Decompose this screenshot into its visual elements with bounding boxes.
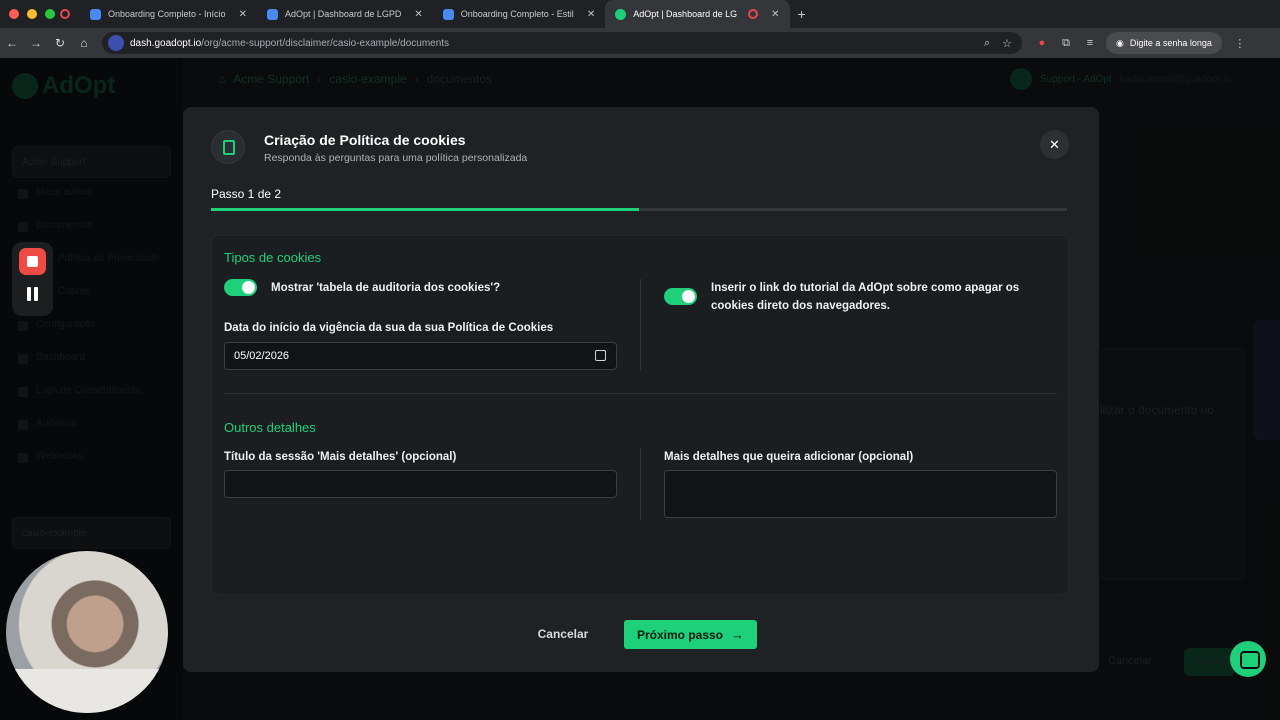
home-icon[interactable]: ⌂ — [72, 36, 96, 50]
reading-list-icon[interactable]: ≡ — [1078, 37, 1102, 49]
maximize-window-button[interactable] — [45, 9, 55, 19]
new-tab-icon[interactable]: + — [790, 6, 814, 22]
browser-toolbar: ← → ↻ ⌂ dash.goadopt.io/org/acme-support… — [0, 28, 1280, 58]
arrow-right-icon: → — [731, 627, 745, 642]
url-path: /org/acme-support/disclaimer/casio-examp… — [201, 37, 450, 49]
document-icon — [211, 130, 245, 164]
modal-subtitle: Responda às perguntas para uma política … — [264, 152, 528, 164]
section-title-cookie-types: Tipos de cookies — [224, 250, 322, 265]
minimize-window-button[interactable] — [27, 9, 37, 19]
tab-favicon-icon — [90, 8, 101, 20]
date-field-label: Data do início da vigência da sua da sua… — [224, 322, 554, 334]
start-date-input[interactable]: 05/02/2026 — [224, 342, 617, 370]
close-tab-icon[interactable]: ✕ — [771, 9, 779, 20]
calendar-icon[interactable] — [595, 350, 606, 361]
start-date-value: 05/02/2026 — [234, 350, 290, 362]
tab-title: Onboarding Completo - Início — [108, 9, 226, 19]
audit-table-toggle-label: Mostrar 'tabela de auditoria dos cookies… — [271, 282, 501, 294]
forward-icon[interactable]: → — [24, 36, 48, 50]
section-title-other-details: Outros detalhes — [224, 420, 316, 435]
close-tab-icon[interactable]: ✕ — [239, 9, 247, 20]
back-icon[interactable]: ← — [0, 36, 24, 50]
form-panel: Tipos de cookies Mostrar 'tabela de audi… — [211, 235, 1069, 595]
more-details-textarea[interactable] — [664, 470, 1057, 518]
cookie-policy-modal: Criação de Política de cookies Responda … — [183, 107, 1099, 672]
section-divider — [224, 393, 1057, 394]
chat-launcher-button[interactable] — [1230, 641, 1266, 677]
more-title-input[interactable] — [224, 470, 617, 498]
tab-title: Onboarding Completo - Estil — [460, 9, 574, 19]
step-indicator: Passo 1 de 2 — [211, 187, 282, 201]
recording-tab-icon — [60, 9, 70, 19]
more-details-label: Mais detalhes que queira adicionar (opci… — [664, 451, 914, 463]
cancel-button[interactable]: Cancelar — [528, 622, 598, 646]
reload-icon[interactable]: ↻ — [48, 36, 72, 50]
extensions-puzzle-icon[interactable]: ⧉ — [1054, 37, 1078, 50]
zoom-icon[interactable]: ⌕ — [984, 37, 990, 50]
step-progress-fill — [211, 208, 639, 211]
browser-tab-1[interactable]: Onboarding Completo - Início ✕ — [80, 0, 257, 28]
column-divider — [640, 279, 641, 371]
tab-title: AdOpt | Dashboard de LG — [633, 9, 738, 19]
next-step-button[interactable]: Próximo passo → — [624, 620, 757, 649]
close-window-button[interactable] — [9, 9, 19, 19]
pause-recording-button[interactable] — [27, 287, 39, 301]
extension-icon[interactable]: ● — [1030, 37, 1054, 49]
recording-controls — [12, 242, 53, 316]
adopt-favicon-icon — [615, 8, 627, 20]
stop-recording-button[interactable] — [19, 248, 46, 275]
recording-indicator-icon — [748, 9, 759, 19]
more-menu-icon[interactable]: ⋮ — [1228, 37, 1252, 50]
browser-tab-4[interactable]: AdOpt | Dashboard de LG ✕ — [605, 0, 790, 28]
profile-label: Digite a senha longa — [1129, 38, 1212, 48]
site-info-icon[interactable] — [108, 35, 124, 51]
bookmark-star-icon[interactable]: ☆ — [1002, 37, 1012, 50]
audit-table-toggle[interactable] — [224, 279, 257, 296]
window-controls — [0, 9, 56, 19]
webcam-preview — [6, 551, 168, 713]
next-step-label: Próximo passo — [636, 627, 724, 642]
browser-tab-bar: Onboarding Completo - Início ✕ AdOpt | Da… — [0, 0, 1280, 28]
tutorial-link-toggle[interactable] — [664, 288, 697, 305]
tab-favicon-icon — [266, 8, 278, 20]
profile-chip[interactable]: ◉ Digite a senha longa — [1106, 32, 1222, 54]
profile-icon: ◉ — [1116, 37, 1124, 48]
browser-tab-2[interactable]: AdOpt | Dashboard de LGPD ✕ — [257, 0, 433, 28]
close-modal-button[interactable]: ✕ — [1040, 130, 1069, 159]
modal-title: Criação de Política de cookies — [264, 132, 466, 148]
column-divider-2 — [640, 448, 641, 520]
browser-tab-3[interactable]: Onboarding Completo - Estil ✕ — [433, 0, 605, 28]
tab-favicon-icon — [442, 8, 454, 20]
close-icon: ✕ — [1049, 137, 1060, 152]
url-host: dash.goadopt.io — [130, 37, 202, 49]
tutorial-link-toggle-label: Inserir o link do tutorial da AdOpt sobr… — [711, 282, 1020, 312]
close-tab-icon[interactable]: ✕ — [414, 9, 422, 20]
tab-title: AdOpt | Dashboard de LGPD — [284, 9, 402, 19]
close-tab-icon[interactable]: ✕ — [587, 9, 595, 20]
more-title-label: Título da sessão 'Mais detalhes' (opcion… — [224, 451, 457, 463]
step-progress-bar — [211, 208, 1067, 211]
address-bar[interactable]: dash.goadopt.io/org/acme-support/disclai… — [102, 32, 1022, 54]
